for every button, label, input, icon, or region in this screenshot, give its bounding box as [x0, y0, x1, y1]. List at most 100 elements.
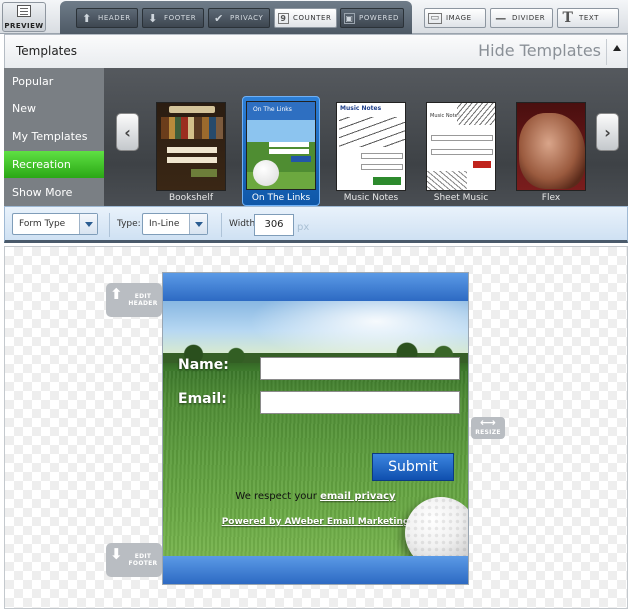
counter-icon: 9: [278, 12, 289, 24]
text-button-label: TEXT: [579, 14, 600, 22]
privacy-prefix: We respect your: [235, 491, 321, 502]
preview-label: PREVIEW: [4, 22, 44, 30]
footer-button-label: FOOTER: [164, 14, 197, 22]
template-thumb-sheet-music[interactable]: Music Notes: [426, 102, 496, 191]
image-button-label: IMAGE: [446, 14, 472, 22]
chevron-left-icon: ‹: [124, 122, 131, 142]
category-my-templates[interactable]: My Templates: [4, 123, 104, 150]
template-label-sheet-music[interactable]: Sheet Music: [416, 193, 506, 203]
footer-button[interactable]: ⬇ FOOTER: [142, 8, 204, 28]
options-divider: [109, 213, 110, 237]
arrow-up-icon: ⬆: [110, 285, 123, 303]
header-button-label: HEADER: [98, 14, 131, 22]
template-label-music-notes[interactable]: Music Notes: [326, 193, 416, 203]
collapse-arrow-icon[interactable]: [613, 45, 621, 51]
form-footer[interactable]: [163, 556, 468, 584]
category-recreation[interactable]: Recreation: [4, 151, 122, 178]
edit-header-button[interactable]: ⬆ EDIT HEADER: [106, 283, 162, 317]
width-unit-label: px: [297, 222, 310, 233]
category-new[interactable]: New: [4, 95, 104, 122]
category-popular[interactable]: Popular: [4, 68, 104, 95]
type-value: In-Line: [149, 219, 180, 229]
template-thumb-on-the-links[interactable]: On The Links: [246, 101, 316, 190]
resize-label: RESIZE: [475, 429, 501, 436]
text-button[interactable]: T TEXT: [557, 8, 619, 28]
resize-arrows-icon: ⟷: [479, 416, 497, 429]
preview-icon: [17, 5, 31, 17]
email-privacy-link[interactable]: email privacy: [320, 491, 396, 502]
privacy-button[interactable]: ✔ PRIVACY: [208, 8, 270, 28]
divider-button-label: DIVIDER: [512, 14, 546, 22]
thumb-header-text: On The Links: [253, 106, 292, 113]
email-input[interactable]: [260, 391, 460, 414]
form-type-value: Form Type: [19, 219, 66, 229]
privacy-notice: We respect your email privacy: [163, 491, 468, 502]
thumb-title-bar: [169, 106, 215, 113]
thumb-sheet-music-image: [427, 171, 467, 190]
thumb-golf-ball-image: [253, 160, 279, 186]
thumb-music-notes-image: [339, 117, 405, 147]
template-thumb-bookshelf[interactable]: [156, 102, 226, 191]
templates-title: Templates: [16, 44, 78, 58]
template-carousel: ‹ Bookshelf On The Links On The Links Mu…: [104, 68, 628, 206]
thumb-field: [361, 164, 403, 170]
powered-button[interactable]: ▣ POWERED: [340, 8, 404, 28]
templates-header: Templates Hide Templates: [4, 34, 628, 68]
email-label: Email:: [178, 391, 227, 407]
preview-button[interactable]: PREVIEW: [2, 2, 46, 32]
chevron-down-icon: [79, 214, 97, 234]
chevron-right-icon: ›: [604, 122, 611, 142]
carousel-next-button[interactable]: ›: [596, 113, 619, 151]
form-body: Name: Email: Submit We respect your emai…: [163, 301, 468, 556]
thumb-button: [291, 156, 311, 162]
thumb-sheet-music-image: [457, 103, 495, 125]
privacy-button-label: PRIVACY: [230, 14, 264, 22]
template-thumb-music-notes[interactable]: Music Notes: [336, 102, 406, 191]
powered-icon: ▣: [344, 12, 355, 24]
edit-footer-button[interactable]: ⬇ EDIT FOOTER: [106, 543, 162, 577]
template-thumb-flex[interactable]: [516, 102, 586, 191]
thumb-button: [191, 169, 217, 177]
edit-footer-label: EDIT FOOTER: [128, 553, 158, 567]
divider-icon: —: [495, 11, 507, 25]
counter-button[interactable]: 9 COUNTER: [274, 8, 337, 28]
top-toolbar: PREVIEW ⬆ HEADER ⬇ FOOTER ✔ PRIVACY 9 CO…: [0, 0, 628, 34]
template-label-on-the-links[interactable]: On The Links: [236, 193, 326, 203]
header-divider: [606, 39, 607, 65]
arrow-up-icon: ⬆: [82, 11, 92, 25]
thumb-flex-image: [519, 113, 585, 189]
width-input[interactable]: 306: [254, 214, 294, 236]
arrow-down-icon: ⬇: [110, 545, 123, 563]
thumb-field: [167, 147, 217, 153]
template-label-bookshelf[interactable]: Bookshelf: [146, 193, 236, 203]
template-category-sidebar: Popular New My Templates Recreation Show…: [4, 68, 122, 206]
counter-button-label: COUNTER: [293, 14, 332, 22]
carousel-prev-button[interactable]: ‹: [116, 113, 139, 151]
thumb-field: [431, 149, 493, 155]
template-label-flex[interactable]: Flex: [506, 193, 596, 203]
edit-header-label: EDIT HEADER: [128, 293, 158, 307]
thumb-header-text: Music Notes: [340, 105, 382, 112]
divider-button[interactable]: — DIVIDER: [490, 8, 553, 28]
type-select[interactable]: In-Line: [142, 213, 208, 235]
category-show-more[interactable]: Show More: [4, 179, 104, 206]
thumb-bookshelf-image: [161, 117, 223, 139]
thumb-field: [167, 157, 217, 163]
arrow-down-icon: ⬇: [148, 11, 158, 25]
name-label: Name:: [178, 357, 229, 373]
resize-handle[interactable]: ⟷ RESIZE: [471, 417, 505, 439]
thumb-button: [473, 161, 491, 168]
name-input[interactable]: [260, 357, 460, 380]
header-button[interactable]: ⬆ HEADER: [76, 8, 138, 28]
submit-button[interactable]: Submit: [372, 453, 454, 481]
thumb-field: [269, 149, 309, 154]
thumb-header-text: Music Notes: [430, 113, 461, 119]
image-button[interactable]: ▭ IMAGE: [424, 8, 486, 28]
image-icon: ▭: [428, 12, 442, 24]
thumb-field: [431, 135, 493, 141]
form-header[interactable]: [163, 273, 468, 301]
form-type-select[interactable]: Form Type: [12, 213, 98, 235]
hide-templates-link[interactable]: Hide Templates: [478, 41, 601, 60]
chevron-down-icon: [189, 214, 207, 234]
options-divider: [221, 213, 222, 237]
